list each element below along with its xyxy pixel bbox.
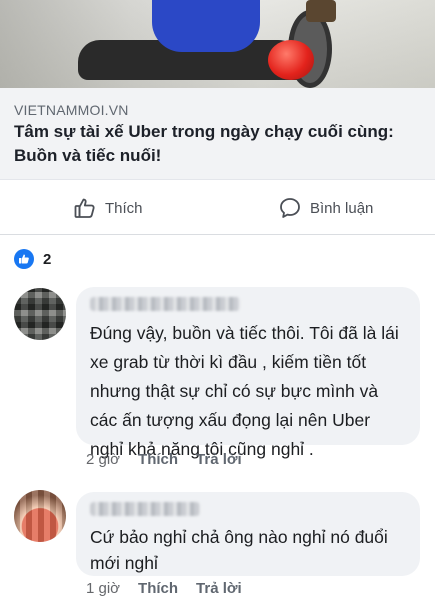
comment-bubble-icon (280, 198, 300, 218)
comment-meta: 2 giờ Thích Trả lời (86, 451, 260, 468)
comment-reply-link[interactable]: Trả lời (196, 451, 242, 468)
comment-author-name[interactable] (90, 502, 200, 516)
rider-shape (152, 0, 260, 52)
like-button[interactable]: Thích (73, 196, 143, 220)
like-button-label: Thích (105, 199, 143, 217)
comment-text: Cứ bảo nghỉ chả ông nào nghỉ nó đuổi mới… (90, 527, 388, 573)
comment-text: Đúng vậy, buồn và tiếc thôi. Tôi đã là l… (90, 323, 399, 459)
comment-meta: 1 giờ Thích Trả lời (86, 580, 260, 597)
comment-time[interactable]: 1 giờ (86, 580, 120, 597)
like-reaction-icon (14, 249, 34, 269)
link-domain: VIETNAMMOI.VN (14, 102, 129, 118)
comment-button-label: Bình luận (310, 199, 374, 217)
thumbs-up-icon (74, 198, 95, 218)
comment-bubble: Cứ bảo nghỉ chả ông nào nghỉ nó đuổi mới… (76, 492, 420, 576)
bag-shape (306, 0, 336, 22)
post-image[interactable] (0, 0, 435, 88)
reaction-count: 2 (43, 250, 52, 268)
comment-like-link[interactable]: Thích (138, 580, 178, 597)
comment-bubble: Đúng vậy, buồn và tiếc thôi. Tôi đã là l… (76, 287, 420, 459)
comment-like-link[interactable]: Thích (138, 451, 178, 468)
avatar[interactable] (14, 490, 66, 542)
comment-author-name[interactable] (90, 297, 240, 311)
reaction-summary[interactable]: 2 (14, 249, 51, 269)
action-bar: Thích Bình luận (0, 181, 435, 235)
helmet-shape (268, 40, 314, 80)
avatar[interactable] (14, 288, 66, 340)
link-title[interactable]: Tâm sự tài xế Uber trong ngày chạy cuối … (14, 120, 424, 168)
comment-time[interactable]: 2 giờ (86, 451, 120, 468)
comment-reply-link[interactable]: Trả lời (196, 580, 242, 597)
comment-button[interactable]: Bình luận (278, 196, 373, 220)
